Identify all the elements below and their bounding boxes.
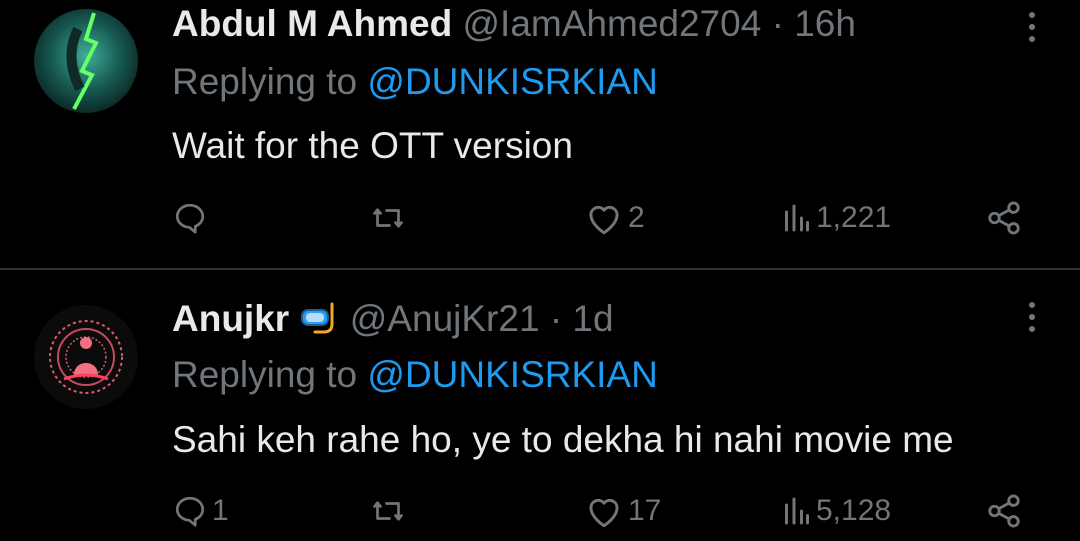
views-chart-icon (785, 204, 809, 232)
replying-prefix: Replying to (172, 61, 358, 102)
retweet-button[interactable] (370, 196, 410, 240)
tweet-header: Abdul M Ahmed @IamAhmed2704 · 16h (172, 2, 856, 46)
views-chart-icon (785, 497, 809, 525)
snorkel-mask-emoji-icon (301, 302, 334, 334)
more-options-icon[interactable] (1026, 302, 1038, 338)
mention-link[interactable]: @DUNKISRKIAN (367, 61, 657, 102)
retweet-button[interactable] (370, 489, 410, 533)
retweet-icon (373, 501, 403, 521)
tweet[interactable]: Abdul M Ahmed @IamAhmed2704 · 16h Replyi… (0, 0, 1080, 268)
author-name[interactable]: Abdul M Ahmed (172, 3, 452, 44)
view-count: 5,128 (816, 494, 892, 527)
reply-icon (175, 203, 205, 234)
red-mandala-buddha-avatar-icon (34, 305, 138, 409)
share-icon (988, 201, 1020, 235)
author-handle[interactable]: @AnujKr21 (350, 298, 540, 339)
reply-count: 1 (212, 494, 229, 527)
reply-button[interactable] (172, 196, 212, 240)
replying-to: Replying to @DUNKISRKIAN (172, 60, 658, 104)
avatar[interactable] (34, 9, 138, 113)
heart-icon (589, 498, 619, 528)
separator: · (549, 298, 563, 339)
like-count: 2 (628, 201, 645, 234)
reply-button[interactable]: 1 (172, 489, 229, 533)
like-button[interactable]: 17 (584, 489, 661, 533)
views-button[interactable]: 1,221 (782, 196, 891, 240)
action-bar: 1 17 5,128 (0, 489, 1080, 533)
share-button[interactable] (985, 196, 1023, 240)
separator: · (771, 3, 784, 44)
reply-icon (175, 496, 205, 527)
like-button[interactable]: 2 (584, 196, 645, 240)
retweet-icon (373, 208, 403, 228)
author-handle[interactable]: @IamAhmed2704 (463, 3, 762, 44)
views-button[interactable]: 5,128 (782, 489, 891, 533)
tweet-text: Sahi keh rahe ho, ye to dekha hi nahi mo… (172, 419, 954, 460)
avatar[interactable] (34, 305, 138, 409)
view-count: 1,221 (816, 201, 892, 234)
replying-prefix: Replying to (172, 354, 358, 395)
replying-to: Replying to @DUNKISRKIAN (172, 353, 658, 397)
tweet[interactable]: Anujkr @AnujKr21 · 1d Replying to @DUNKI… (0, 270, 1080, 541)
heart-icon (589, 205, 619, 235)
share-button[interactable] (985, 489, 1023, 533)
like-count: 17 (628, 494, 662, 527)
green-lightning-avatar-icon (34, 9, 138, 113)
tweet-header: Anujkr @AnujKr21 · 1d (172, 297, 614, 341)
tweet-text: Wait for the OTT version (172, 125, 573, 166)
timestamp[interactable]: 1d (572, 298, 613, 339)
author-name[interactable]: Anujkr (172, 298, 289, 339)
share-icon (988, 494, 1020, 528)
more-options-icon[interactable] (1026, 12, 1038, 48)
timestamp[interactable]: 16h (794, 3, 856, 44)
mention-link[interactable]: @DUNKISRKIAN (367, 354, 657, 395)
action-bar: 2 1,221 (0, 196, 1080, 240)
